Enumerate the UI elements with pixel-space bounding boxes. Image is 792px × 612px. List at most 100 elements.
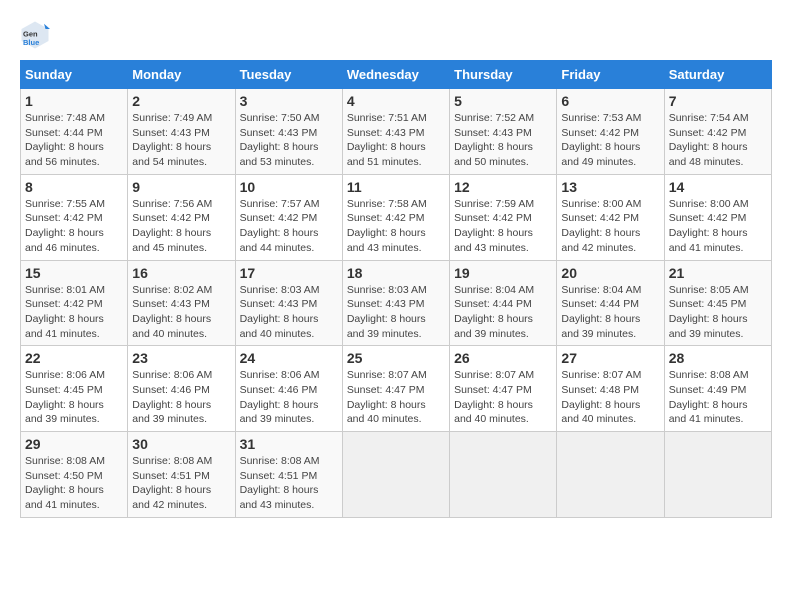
day-sunrise: Sunrise: 8:06 AM bbox=[132, 369, 212, 381]
day-daylight: Daylight: 8 hours and 41 minutes. bbox=[25, 313, 104, 340]
calendar-day-cell: 18 Sunrise: 8:03 AM Sunset: 4:43 PM Dayl… bbox=[342, 260, 449, 346]
calendar-table: SundayMondayTuesdayWednesdayThursdayFrid… bbox=[20, 60, 772, 518]
day-daylight: Daylight: 8 hours and 40 minutes. bbox=[454, 399, 533, 426]
calendar-day-cell: 29 Sunrise: 8:08 AM Sunset: 4:50 PM Dayl… bbox=[21, 432, 128, 518]
day-sunset: Sunset: 4:51 PM bbox=[240, 470, 318, 482]
day-daylight: Daylight: 8 hours and 39 minutes. bbox=[561, 313, 640, 340]
day-daylight: Daylight: 8 hours and 54 minutes. bbox=[132, 141, 211, 168]
day-daylight: Daylight: 8 hours and 50 minutes. bbox=[454, 141, 533, 168]
day-daylight: Daylight: 8 hours and 51 minutes. bbox=[347, 141, 426, 168]
day-sunset: Sunset: 4:44 PM bbox=[561, 298, 639, 310]
calendar-day-cell: 11 Sunrise: 7:58 AM Sunset: 4:42 PM Dayl… bbox=[342, 174, 449, 260]
calendar-day-cell: 10 Sunrise: 7:57 AM Sunset: 4:42 PM Dayl… bbox=[235, 174, 342, 260]
day-number: 9 bbox=[132, 179, 230, 195]
calendar-day-cell: 24 Sunrise: 8:06 AM Sunset: 4:46 PM Dayl… bbox=[235, 346, 342, 432]
day-sunset: Sunset: 4:42 PM bbox=[25, 298, 103, 310]
calendar-day-cell: 2 Sunrise: 7:49 AM Sunset: 4:43 PM Dayli… bbox=[128, 89, 235, 175]
day-sunrise: Sunrise: 8:07 AM bbox=[561, 369, 641, 381]
day-sunrise: Sunrise: 7:58 AM bbox=[347, 198, 427, 210]
day-number: 5 bbox=[454, 93, 552, 109]
day-sunrise: Sunrise: 7:51 AM bbox=[347, 112, 427, 124]
day-daylight: Daylight: 8 hours and 43 minutes. bbox=[454, 227, 533, 254]
day-sunset: Sunset: 4:43 PM bbox=[132, 298, 210, 310]
calendar-day-cell bbox=[342, 432, 449, 518]
day-sunrise: Sunrise: 8:07 AM bbox=[347, 369, 427, 381]
day-sunrise: Sunrise: 8:05 AM bbox=[669, 284, 749, 296]
calendar-day-cell: 19 Sunrise: 8:04 AM Sunset: 4:44 PM Dayl… bbox=[450, 260, 557, 346]
day-sunrise: Sunrise: 7:54 AM bbox=[669, 112, 749, 124]
day-daylight: Daylight: 8 hours and 39 minutes. bbox=[669, 313, 748, 340]
day-daylight: Daylight: 8 hours and 42 minutes. bbox=[132, 484, 211, 511]
calendar-header-monday: Monday bbox=[128, 61, 235, 89]
calendar-day-cell: 5 Sunrise: 7:52 AM Sunset: 4:43 PM Dayli… bbox=[450, 89, 557, 175]
calendar-header-tuesday: Tuesday bbox=[235, 61, 342, 89]
day-number: 21 bbox=[669, 265, 767, 281]
calendar-week-row: 8 Sunrise: 7:55 AM Sunset: 4:42 PM Dayli… bbox=[21, 174, 772, 260]
svg-text:Blue: Blue bbox=[23, 38, 39, 47]
day-daylight: Daylight: 8 hours and 48 minutes. bbox=[669, 141, 748, 168]
day-number: 27 bbox=[561, 350, 659, 366]
day-sunrise: Sunrise: 8:03 AM bbox=[240, 284, 320, 296]
calendar-week-row: 1 Sunrise: 7:48 AM Sunset: 4:44 PM Dayli… bbox=[21, 89, 772, 175]
day-daylight: Daylight: 8 hours and 39 minutes. bbox=[347, 313, 426, 340]
calendar-day-cell: 9 Sunrise: 7:56 AM Sunset: 4:42 PM Dayli… bbox=[128, 174, 235, 260]
day-number: 23 bbox=[132, 350, 230, 366]
calendar-day-cell: 28 Sunrise: 8:08 AM Sunset: 4:49 PM Dayl… bbox=[664, 346, 771, 432]
calendar-header-saturday: Saturday bbox=[664, 61, 771, 89]
day-sunset: Sunset: 4:43 PM bbox=[132, 127, 210, 139]
calendar-header-row: SundayMondayTuesdayWednesdayThursdayFrid… bbox=[21, 61, 772, 89]
day-number: 30 bbox=[132, 436, 230, 452]
calendar-day-cell: 12 Sunrise: 7:59 AM Sunset: 4:42 PM Dayl… bbox=[450, 174, 557, 260]
day-daylight: Daylight: 8 hours and 39 minutes. bbox=[454, 313, 533, 340]
day-sunset: Sunset: 4:44 PM bbox=[454, 298, 532, 310]
calendar-day-cell: 4 Sunrise: 7:51 AM Sunset: 4:43 PM Dayli… bbox=[342, 89, 449, 175]
logo: Gen Blue bbox=[20, 20, 54, 50]
day-daylight: Daylight: 8 hours and 39 minutes. bbox=[240, 399, 319, 426]
day-daylight: Daylight: 8 hours and 40 minutes. bbox=[240, 313, 319, 340]
day-number: 17 bbox=[240, 265, 338, 281]
day-sunrise: Sunrise: 7:49 AM bbox=[132, 112, 212, 124]
calendar-week-row: 22 Sunrise: 8:06 AM Sunset: 4:45 PM Dayl… bbox=[21, 346, 772, 432]
calendar-day-cell: 23 Sunrise: 8:06 AM Sunset: 4:46 PM Dayl… bbox=[128, 346, 235, 432]
calendar-day-cell: 1 Sunrise: 7:48 AM Sunset: 4:44 PM Dayli… bbox=[21, 89, 128, 175]
day-number: 18 bbox=[347, 265, 445, 281]
day-sunset: Sunset: 4:42 PM bbox=[669, 127, 747, 139]
day-number: 19 bbox=[454, 265, 552, 281]
calendar-week-row: 29 Sunrise: 8:08 AM Sunset: 4:50 PM Dayl… bbox=[21, 432, 772, 518]
day-sunrise: Sunrise: 8:00 AM bbox=[561, 198, 641, 210]
day-daylight: Daylight: 8 hours and 39 minutes. bbox=[132, 399, 211, 426]
day-number: 12 bbox=[454, 179, 552, 195]
day-sunset: Sunset: 4:42 PM bbox=[240, 212, 318, 224]
day-sunrise: Sunrise: 8:04 AM bbox=[561, 284, 641, 296]
calendar-day-cell: 30 Sunrise: 8:08 AM Sunset: 4:51 PM Dayl… bbox=[128, 432, 235, 518]
calendar-day-cell: 3 Sunrise: 7:50 AM Sunset: 4:43 PM Dayli… bbox=[235, 89, 342, 175]
day-daylight: Daylight: 8 hours and 40 minutes. bbox=[347, 399, 426, 426]
calendar-day-cell: 31 Sunrise: 8:08 AM Sunset: 4:51 PM Dayl… bbox=[235, 432, 342, 518]
day-daylight: Daylight: 8 hours and 53 minutes. bbox=[240, 141, 319, 168]
calendar-day-cell: 27 Sunrise: 8:07 AM Sunset: 4:48 PM Dayl… bbox=[557, 346, 664, 432]
day-sunrise: Sunrise: 8:06 AM bbox=[240, 369, 320, 381]
day-sunset: Sunset: 4:46 PM bbox=[240, 384, 318, 396]
calendar-day-cell: 13 Sunrise: 8:00 AM Sunset: 4:42 PM Dayl… bbox=[557, 174, 664, 260]
day-sunset: Sunset: 4:47 PM bbox=[347, 384, 425, 396]
day-sunset: Sunset: 4:42 PM bbox=[454, 212, 532, 224]
day-sunset: Sunset: 4:49 PM bbox=[669, 384, 747, 396]
day-sunset: Sunset: 4:44 PM bbox=[25, 127, 103, 139]
calendar-day-cell: 14 Sunrise: 8:00 AM Sunset: 4:42 PM Dayl… bbox=[664, 174, 771, 260]
day-sunset: Sunset: 4:43 PM bbox=[240, 127, 318, 139]
day-number: 13 bbox=[561, 179, 659, 195]
day-sunrise: Sunrise: 8:08 AM bbox=[240, 455, 320, 467]
day-sunset: Sunset: 4:45 PM bbox=[669, 298, 747, 310]
day-sunrise: Sunrise: 8:04 AM bbox=[454, 284, 534, 296]
day-sunrise: Sunrise: 7:59 AM bbox=[454, 198, 534, 210]
day-number: 10 bbox=[240, 179, 338, 195]
day-sunrise: Sunrise: 8:01 AM bbox=[25, 284, 105, 296]
logo-icon: Gen Blue bbox=[20, 20, 50, 50]
day-sunset: Sunset: 4:43 PM bbox=[347, 298, 425, 310]
calendar-header-wednesday: Wednesday bbox=[342, 61, 449, 89]
day-number: 4 bbox=[347, 93, 445, 109]
calendar-day-cell: 6 Sunrise: 7:53 AM Sunset: 4:42 PM Dayli… bbox=[557, 89, 664, 175]
day-sunset: Sunset: 4:48 PM bbox=[561, 384, 639, 396]
day-daylight: Daylight: 8 hours and 40 minutes. bbox=[132, 313, 211, 340]
day-sunrise: Sunrise: 8:03 AM bbox=[347, 284, 427, 296]
